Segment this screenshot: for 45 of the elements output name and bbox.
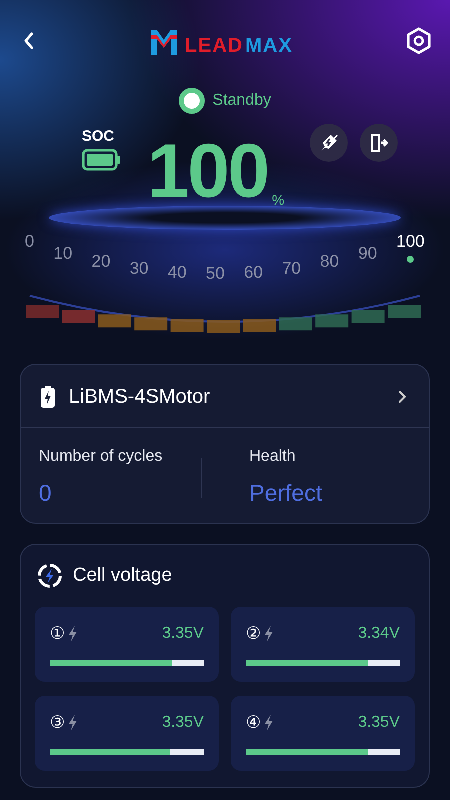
gauge-tick-label: 100	[396, 232, 425, 252]
cell-number: ③	[50, 712, 65, 733]
cell-voltage: 3.35V	[162, 714, 204, 732]
bolt-icon	[264, 714, 274, 730]
charger-button[interactable]	[310, 124, 348, 162]
cell-number: ②	[246, 623, 261, 644]
section-title: Cell voltage	[73, 565, 172, 587]
gauge-tick-label: 70	[282, 259, 302, 279]
chevron-right-icon	[397, 390, 407, 404]
battery-row[interactable]: LiBMS-4SMotor	[21, 365, 429, 428]
status-indicator	[178, 88, 205, 114]
back-icon[interactable]	[22, 31, 36, 51]
exit-button[interactable]	[360, 124, 398, 162]
cell-number: ①	[50, 623, 65, 644]
cell-number: ④	[246, 712, 261, 733]
logo-text: MAX	[246, 36, 293, 56]
gauge-tick-label: 50	[206, 264, 225, 284]
status-label: Standby	[212, 92, 272, 110]
cell-voltage: 3.34V	[358, 624, 400, 642]
stat-value: Perfect	[250, 480, 324, 507]
cell-voltage: 3.35V	[162, 624, 204, 642]
stat-label: Number of cycles	[39, 448, 164, 466]
stat-value: 0	[39, 480, 53, 507]
gauge-tick-label: 40	[168, 263, 187, 283]
gauge-tick-label: 90	[358, 244, 378, 264]
gauge-tick-label: 80	[320, 252, 340, 272]
battery-icon	[82, 149, 122, 171]
gauge-tick-label: 30	[130, 259, 149, 279]
cell-voltage: 3.35V	[358, 714, 400, 732]
gauge-pointer-dot	[407, 256, 414, 263]
settings-icon[interactable]	[406, 27, 432, 55]
bolt-icon	[68, 626, 78, 642]
soc-value: 100	[147, 134, 268, 210]
stat-label: Health	[250, 448, 297, 466]
gauge-tick-label: 10	[54, 244, 73, 264]
gauge-tick-label: 20	[92, 252, 111, 272]
logo-text: LEAD	[185, 36, 244, 56]
soc-label: SOC	[82, 128, 116, 145]
battery-bolt-icon	[39, 385, 57, 409]
bolt-icon	[68, 714, 78, 730]
gauge-tick-label: 60	[244, 263, 264, 283]
voltage-icon	[37, 563, 63, 589]
gauge-tick-label: 0	[25, 232, 34, 252]
bolt-icon	[264, 626, 274, 642]
soc-unit: %	[272, 192, 285, 208]
